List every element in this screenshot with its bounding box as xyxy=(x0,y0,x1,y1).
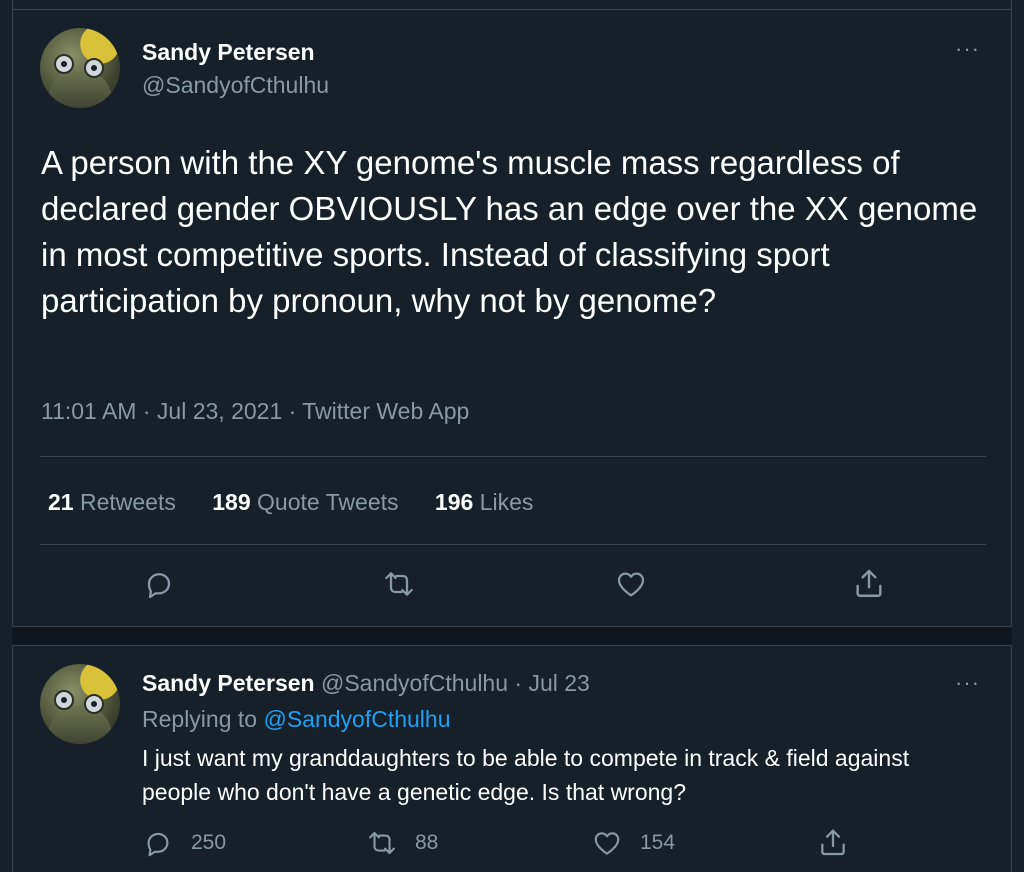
avatar[interactable] xyxy=(40,28,120,108)
like-icon xyxy=(617,572,645,597)
divider xyxy=(40,544,986,545)
author-handle[interactable]: @SandyofCthulhu xyxy=(142,72,329,99)
share-icon xyxy=(856,569,882,597)
reply-text: I just want my granddaughters to be able… xyxy=(142,745,910,805)
thread-separator xyxy=(12,626,1012,646)
quotes-stat[interactable]: 189 Quote Tweets xyxy=(212,489,398,515)
reply-button[interactable] xyxy=(143,568,175,600)
reply-reply-button[interactable]: 250 xyxy=(143,828,226,858)
more-icon[interactable]: ··· xyxy=(955,38,980,60)
like-button[interactable] xyxy=(615,568,647,600)
divider xyxy=(40,456,986,457)
reply-retweet-button[interactable]: 88 xyxy=(367,828,438,858)
share-icon xyxy=(821,829,845,856)
reply-icon xyxy=(147,573,171,599)
author-name[interactable]: Sandy Petersen xyxy=(142,39,315,66)
retweet-count: 88 xyxy=(415,831,439,854)
replying-to: Replying to @SandyofCthulhu xyxy=(142,706,451,732)
reply-like-button[interactable]: 154 xyxy=(592,828,675,858)
replying-handle-link[interactable]: @SandyofCthulhu xyxy=(263,706,450,732)
reply-count: 250 xyxy=(191,831,227,854)
tweet-text: A person with the XY genome's muscle mas… xyxy=(41,144,978,319)
like-icon xyxy=(594,832,620,855)
retweet-icon xyxy=(385,572,413,596)
retweet-button[interactable] xyxy=(383,568,415,600)
top-divider xyxy=(12,9,1012,10)
reply-share-button[interactable] xyxy=(817,826,849,858)
tweet-stats: 21 Retweets 189 Quote Tweets 196 Likes xyxy=(48,489,563,516)
reply-icon xyxy=(147,832,169,857)
like-count: 154 xyxy=(640,831,676,854)
reply-meta[interactable]: @SandyofCthulhu · Jul 23 xyxy=(321,670,590,696)
share-button[interactable] xyxy=(852,566,886,600)
retweet-icon xyxy=(369,831,395,855)
reply-header: Sandy Petersen @SandyofCthulhu · Jul 23 xyxy=(142,670,590,697)
tweet-timestamp[interactable]: 11:01 AM · Jul 23, 2021 · Twitter Web Ap… xyxy=(41,398,469,425)
likes-stat[interactable]: 196 Likes xyxy=(435,489,533,515)
reply-author-name[interactable]: Sandy Petersen xyxy=(142,670,315,696)
avatar[interactable] xyxy=(40,664,120,744)
retweets-stat[interactable]: 21 Retweets xyxy=(48,489,176,515)
more-icon[interactable]: ··· xyxy=(955,672,980,694)
